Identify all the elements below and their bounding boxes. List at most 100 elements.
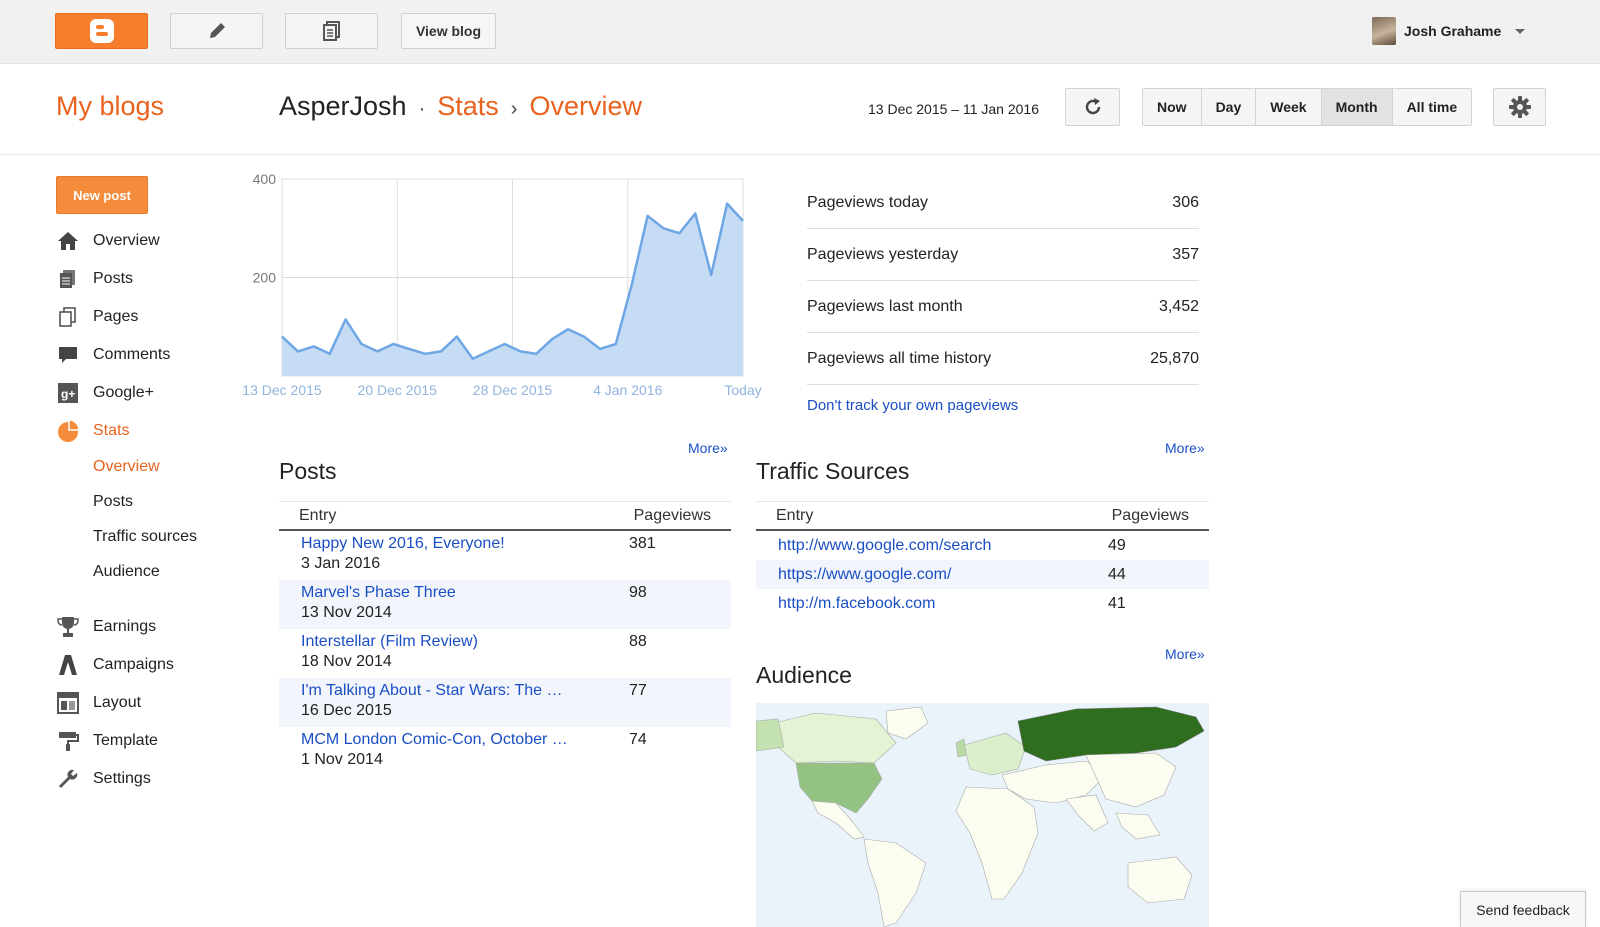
data-point[interactable] — [279, 334, 285, 340]
data-point[interactable] — [470, 356, 476, 362]
x-tick-label: 4 Jan 2016 — [593, 382, 662, 398]
data-point[interactable] — [629, 282, 635, 288]
summary-row-all-time: Pageviews all time history 25,870 — [807, 333, 1199, 385]
new-post-toolbar-button[interactable] — [170, 13, 263, 49]
data-point[interactable] — [390, 341, 396, 347]
table-row: I'm Talking About - Star Wars: The … 16 D… — [279, 678, 731, 727]
sidebar-subitem-overview[interactable]: Overview — [93, 458, 160, 476]
data-point[interactable] — [438, 348, 444, 354]
data-point[interactable] — [295, 348, 301, 354]
settings-button[interactable] — [1493, 88, 1546, 126]
breadcrumb: AsperJosh · Stats › Overview — [279, 91, 642, 122]
map-region-russia — [1017, 706, 1205, 762]
avatar — [1372, 17, 1396, 45]
sidebar-item-campaigns[interactable]: Campaigns — [56, 652, 174, 678]
sidebar-item-stats[interactable]: Stats — [56, 418, 129, 444]
summary-label: Pageviews yesterday — [807, 245, 959, 263]
range-week-button[interactable]: Week — [1256, 89, 1322, 125]
data-point[interactable] — [692, 210, 698, 216]
chevron-down-icon — [1515, 28, 1526, 34]
traffic-more-link[interactable]: More» — [1165, 440, 1205, 456]
refresh-button[interactable] — [1065, 88, 1120, 126]
data-point[interactable] — [676, 230, 682, 236]
sidebar-item-comments[interactable]: Comments — [56, 342, 170, 368]
post-title-link[interactable]: Marvel's Phase Three — [301, 584, 629, 602]
data-point[interactable] — [374, 348, 380, 354]
map-region-uk — [955, 738, 967, 758]
blogger-logo-button[interactable] — [55, 13, 148, 49]
post-title-link[interactable]: Interstellar (Film Review) — [301, 633, 629, 651]
sidebar-item-template[interactable]: Template — [56, 728, 158, 754]
pie-chart-icon — [56, 419, 80, 443]
sidebar-subitem-traffic-sources[interactable]: Traffic sources — [93, 528, 197, 546]
data-point[interactable] — [565, 326, 571, 332]
data-point[interactable] — [311, 343, 317, 349]
data-point[interactable] — [581, 334, 587, 340]
sidebar-subitem-posts[interactable]: Posts — [93, 493, 133, 511]
summary-row-yesterday: Pageviews yesterday 357 — [807, 229, 1199, 281]
breadcrumb-blog-name[interactable]: AsperJosh — [279, 91, 407, 122]
map-region-south-america — [863, 838, 927, 927]
sidebar-item-layout[interactable]: Layout — [56, 690, 141, 716]
data-point[interactable] — [406, 346, 412, 352]
data-point[interactable] — [486, 348, 492, 354]
data-point[interactable] — [533, 351, 539, 357]
sidebar-item-overview[interactable]: Overview — [56, 228, 160, 254]
range-month-button[interactable]: Month — [1321, 89, 1393, 125]
summary-value: 357 — [1172, 245, 1199, 263]
data-point[interactable] — [740, 218, 746, 224]
sidebar-item-posts[interactable]: Posts — [56, 266, 133, 292]
data-point[interactable] — [343, 316, 349, 322]
traffic-pageviews: 49 — [1108, 536, 1126, 554]
sidebar-item-label: Template — [93, 732, 158, 749]
range-all-time-button[interactable]: All time — [1392, 89, 1472, 125]
table-row: MCM London Comic-Con, October … 1 Nov 201… — [279, 727, 731, 776]
data-point[interactable] — [549, 336, 555, 342]
sidebar-item-pages[interactable]: Pages — [56, 304, 138, 330]
posts-list-toolbar-button[interactable] — [285, 13, 378, 49]
account-menu[interactable]: Josh Grahame — [1372, 17, 1526, 45]
column-header-entry: Entry — [299, 506, 337, 524]
send-feedback-button[interactable]: Send feedback — [1460, 891, 1586, 927]
dont-track-link[interactable]: Don't track your own pageviews — [807, 397, 1018, 414]
sidebar-item-google-plus[interactable]: g+ Google+ — [56, 380, 154, 406]
new-post-button[interactable]: New post — [56, 176, 148, 214]
post-date: 13 Nov 2014 — [301, 604, 392, 621]
summary-row-last-month: Pageviews last month 3,452 — [807, 281, 1199, 333]
post-title-link[interactable]: MCM London Comic-Con, October … — [301, 731, 629, 749]
sidebar-subitem-audience[interactable]: Audience — [93, 563, 160, 581]
my-blogs-link[interactable]: My blogs — [56, 91, 164, 122]
post-title-link[interactable]: Happy New 2016, Everyone! — [301, 535, 629, 553]
audience-world-map[interactable] — [756, 703, 1209, 927]
table-row: http://www.google.com/search 49 — [756, 531, 1209, 560]
sidebar-item-earnings[interactable]: Earnings — [56, 614, 156, 640]
data-point[interactable] — [661, 225, 667, 231]
map-region-australia — [1127, 856, 1193, 904]
range-now-button[interactable]: Now — [1143, 89, 1202, 125]
data-point[interactable] — [454, 334, 460, 340]
summary-label: Pageviews last month — [807, 297, 963, 315]
data-point[interactable] — [613, 341, 619, 347]
sidebar-item-settings[interactable]: Settings — [56, 766, 151, 792]
gear-icon — [1508, 96, 1531, 118]
traffic-source-link[interactable]: http://m.facebook.com — [778, 595, 1108, 613]
traffic-source-link[interactable]: https://www.google.com/ — [778, 566, 1108, 584]
data-point[interactable] — [327, 351, 333, 357]
pageviews-summary: Pageviews today 306 Pageviews yesterday … — [807, 177, 1199, 385]
audience-more-link[interactable]: More» — [1165, 646, 1205, 662]
posts-more-link[interactable]: More» — [688, 440, 728, 456]
range-day-button[interactable]: Day — [1201, 89, 1257, 125]
breadcrumb-stats[interactable]: Stats — [437, 91, 499, 122]
data-point[interactable] — [502, 341, 508, 347]
data-point[interactable] — [517, 348, 523, 354]
data-point[interactable] — [708, 272, 714, 278]
traffic-source-link[interactable]: http://www.google.com/search — [778, 537, 1108, 555]
data-point[interactable] — [645, 213, 651, 219]
data-point[interactable] — [422, 351, 428, 357]
pageviews-chart: 200 400 13 Dec 2015 20 Dec 2015 28 Dec 2015 4… — [240, 168, 790, 418]
data-point[interactable] — [724, 201, 730, 207]
data-point[interactable] — [597, 346, 603, 352]
data-point[interactable] — [358, 341, 364, 347]
view-blog-button[interactable]: View blog — [401, 13, 496, 49]
post-title-link[interactable]: I'm Talking About - Star Wars: The … — [301, 682, 629, 700]
